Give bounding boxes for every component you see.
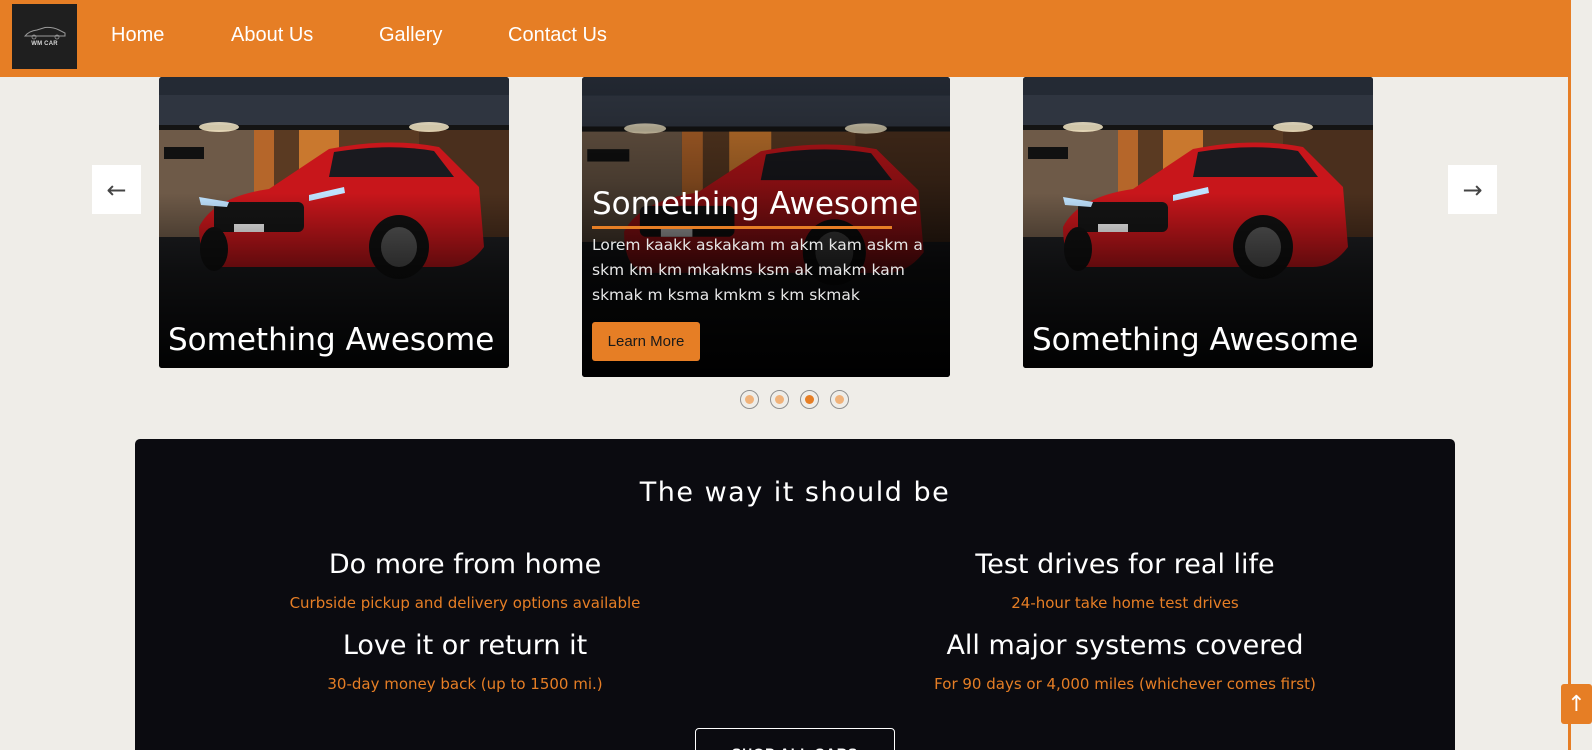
nav-home[interactable]: Home xyxy=(111,24,164,47)
shop-all-cars-button[interactable]: SHOP ALL CARS xyxy=(695,728,895,750)
feature-title: All major systems covered xyxy=(946,630,1304,661)
scrollbar-accent xyxy=(1568,0,1571,750)
arrow-left-icon: ← xyxy=(106,175,127,204)
carousel-slide-left[interactable]: Something Awesome xyxy=(159,77,509,368)
feature-subtitle: 24-hour take home test drives xyxy=(1011,594,1239,612)
logo[interactable]: WM CAR xyxy=(12,4,77,69)
carousel-next-button[interactable]: → xyxy=(1448,165,1497,214)
carousel-slide-active[interactable]: Something Awesome Lorem kaakk askakam m … xyxy=(582,77,950,377)
nav-contact-us[interactable]: Contact Us xyxy=(508,24,607,47)
carousel-slide-right[interactable]: Something Awesome xyxy=(1023,77,1373,368)
title-underline xyxy=(592,226,892,229)
feature-title: Do more from home xyxy=(328,549,602,580)
slide-description: Lorem kaakk askakam m akm kam askm a skm… xyxy=(592,236,923,304)
slide-title: Something Awesome xyxy=(168,322,495,358)
slide-title: Something Awesome xyxy=(1032,322,1359,358)
navbar: WM CAR Home About Us Gallery Contact Us xyxy=(0,0,1568,77)
car-logo-icon xyxy=(23,26,65,40)
carousel-dot-3[interactable] xyxy=(800,390,819,409)
feature-subtitle: 30-day money back (up to 1500 mi.) xyxy=(327,675,603,693)
carousel-dot-4[interactable] xyxy=(830,390,849,409)
nav-about-us[interactable]: About Us xyxy=(231,24,313,47)
arrow-right-icon: → xyxy=(1462,175,1483,204)
features-heading: The way it should be xyxy=(639,477,951,508)
slide-title: Something Awesome xyxy=(592,186,919,222)
logo-text: WM CAR xyxy=(31,41,58,47)
carousel-dot-1[interactable] xyxy=(740,390,759,409)
nav-gallery[interactable]: Gallery xyxy=(379,24,442,47)
feature-subtitle: Curbside pickup and delivery options ava… xyxy=(289,594,641,612)
scrollbar[interactable] xyxy=(1568,0,1592,750)
back-to-top-button[interactable]: ↑ xyxy=(1561,684,1592,724)
learn-more-button[interactable]: Learn More xyxy=(592,322,700,361)
feature-subtitle: For 90 days or 4,000 miles (whichever co… xyxy=(934,675,1316,693)
carousel-dot-2[interactable] xyxy=(770,390,789,409)
feature-title: Test drives for real life xyxy=(975,549,1275,580)
feature-title: Love it or return it xyxy=(342,630,588,661)
features-panel: The way it should be Do more from home C… xyxy=(135,439,1455,750)
arrow-up-icon: ↑ xyxy=(1567,691,1586,717)
carousel-prev-button[interactable]: ← xyxy=(92,165,141,214)
